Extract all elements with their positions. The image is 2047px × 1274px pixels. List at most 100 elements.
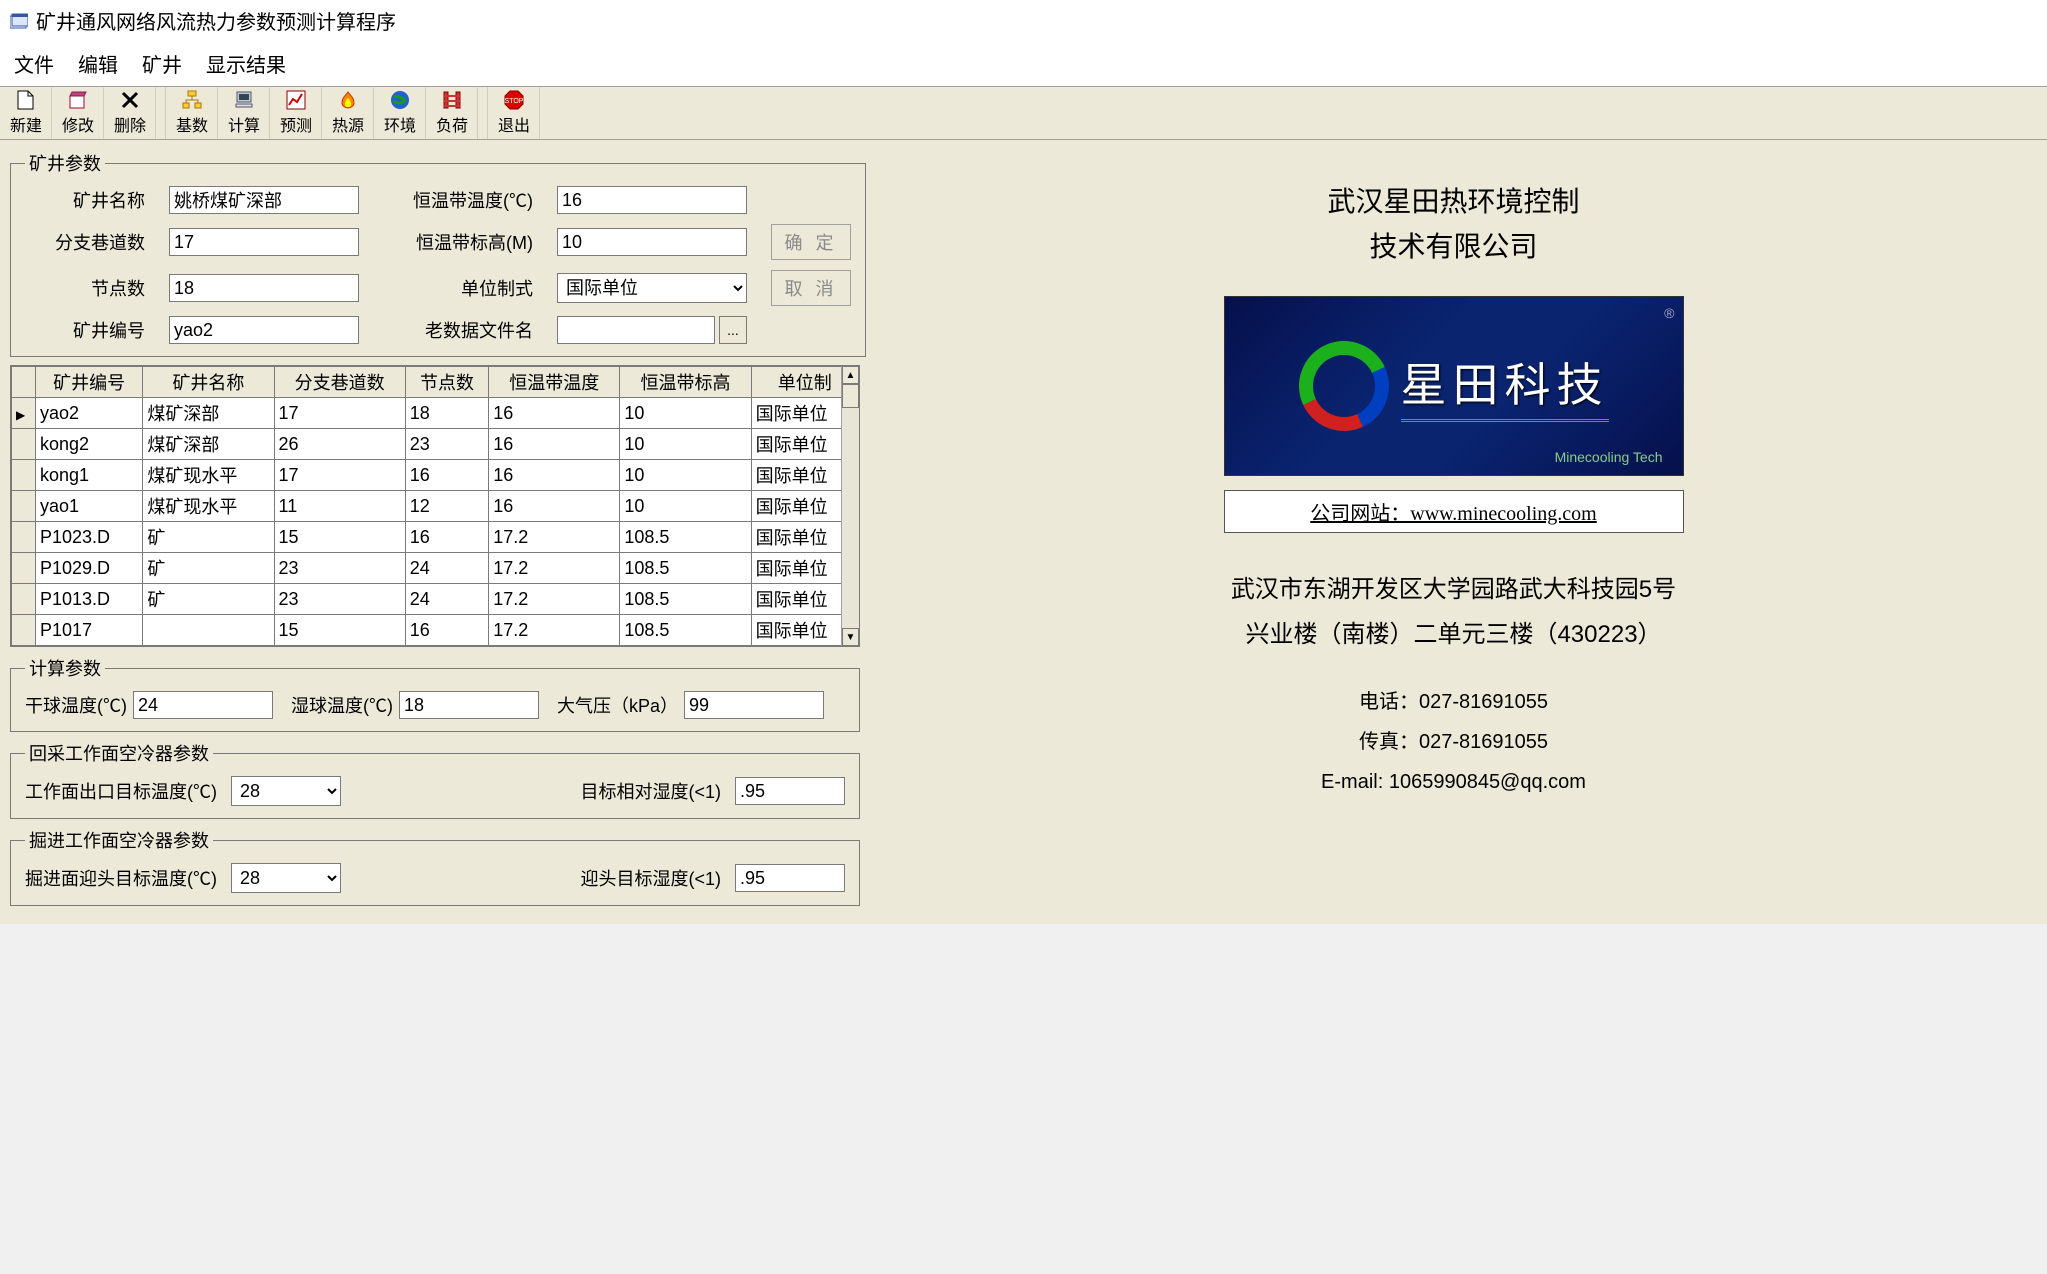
table-cell[interactable]: 16 — [489, 429, 620, 460]
table-cell[interactable]: 16 — [489, 491, 620, 522]
menu-edit[interactable]: 编辑 — [78, 49, 118, 78]
table-row[interactable]: P1013.D矿232417.2108.5国际单位 — [12, 584, 859, 615]
table-cell[interactable]: 24 — [405, 584, 488, 615]
table-cell[interactable]: 108.5 — [620, 584, 751, 615]
table-cell[interactable]: 16 — [405, 460, 488, 491]
table-cell[interactable]: 18 — [405, 398, 488, 429]
table-cell[interactable]: 10 — [620, 491, 751, 522]
website-link[interactable]: 公司网站：www.minecooling.com — [1224, 490, 1684, 533]
table-cell[interactable]: 17.2 — [489, 553, 620, 584]
row-header[interactable] — [12, 522, 36, 553]
table-cell[interactable]: 16 — [405, 615, 488, 646]
table-cell[interactable]: yao2 — [36, 398, 143, 429]
input-mine-code[interactable] — [169, 316, 359, 344]
table-row[interactable]: P1023.D矿151617.2108.5国际单位 — [12, 522, 859, 553]
table-column-header[interactable]: 恒温带标高 — [620, 367, 751, 398]
mine-table[interactable]: 矿井编号矿井名称分支巷道数节点数恒温带温度恒温带标高单位制 yao2煤矿深部17… — [10, 365, 860, 647]
table-cell[interactable]: 15 — [274, 522, 405, 553]
table-column-header[interactable]: 矿井编号 — [36, 367, 143, 398]
table-row[interactable]: kong1煤矿现水平17161610国际单位 — [12, 460, 859, 491]
input-pressure[interactable] — [684, 691, 824, 719]
table-cell[interactable]: 23 — [274, 584, 405, 615]
table-cell[interactable] — [143, 615, 274, 646]
toolbar-new[interactable]: 新建 — [0, 87, 52, 139]
browse-button[interactable]: ... — [719, 316, 747, 344]
toolbar-base[interactable]: 基数 — [166, 87, 218, 139]
table-cell[interactable]: 煤矿深部 — [143, 429, 274, 460]
table-cell[interactable]: 17 — [274, 460, 405, 491]
select-units[interactable]: 国际单位 — [557, 273, 747, 303]
row-header[interactable] — [12, 584, 36, 615]
table-cell[interactable]: 17.2 — [489, 522, 620, 553]
table-cell[interactable]: 16 — [489, 398, 620, 429]
table-cell[interactable]: 煤矿现水平 — [143, 491, 274, 522]
table-column-header[interactable]: 分支巷道数 — [274, 367, 405, 398]
table-cell[interactable]: 23 — [274, 553, 405, 584]
table-cell[interactable]: 17 — [274, 398, 405, 429]
cancel-button[interactable]: 取 消 — [771, 270, 851, 306]
table-cell[interactable]: 24 — [405, 553, 488, 584]
table-cell[interactable]: 矿 — [143, 553, 274, 584]
table-cell[interactable]: 煤矿现水平 — [143, 460, 274, 491]
table-cell[interactable]: 12 — [405, 491, 488, 522]
table-cell[interactable]: kong2 — [36, 429, 143, 460]
table-column-header[interactable]: 恒温带温度 — [489, 367, 620, 398]
row-header[interactable] — [12, 429, 36, 460]
menu-file[interactable]: 文件 — [14, 49, 54, 78]
table-column-header[interactable]: 矿井名称 — [143, 367, 274, 398]
toolbar-delete[interactable]: 删除 — [104, 87, 156, 139]
ok-button[interactable]: 确 定 — [771, 224, 851, 260]
table-cell[interactable]: 11 — [274, 491, 405, 522]
table-cell[interactable]: 108.5 — [620, 615, 751, 646]
toolbar-calc[interactable]: 计算 — [218, 87, 270, 139]
table-row[interactable]: yao1煤矿现水平11121610国际单位 — [12, 491, 859, 522]
input-dry-bulb[interactable] — [133, 691, 273, 719]
table-cell[interactable]: 16 — [405, 522, 488, 553]
toolbar-env[interactable]: 环境 — [374, 87, 426, 139]
table-cell[interactable]: 10 — [620, 460, 751, 491]
row-header[interactable] — [12, 615, 36, 646]
table-cell[interactable]: kong1 — [36, 460, 143, 491]
select-return-temp[interactable]: 28 — [231, 776, 341, 806]
input-const-elev[interactable] — [557, 228, 747, 256]
table-cell[interactable]: P1023.D — [36, 522, 143, 553]
input-branches[interactable] — [169, 228, 359, 256]
table-row[interactable]: P1017151617.2108.5国际单位 — [12, 615, 859, 646]
row-header[interactable] — [12, 491, 36, 522]
table-scrollbar[interactable]: ▲ ▼ — [841, 366, 859, 646]
input-advance-hum[interactable] — [735, 864, 845, 892]
table-cell[interactable]: yao1 — [36, 491, 143, 522]
input-const-temp[interactable] — [557, 186, 747, 214]
toolbar-predict[interactable]: 预测 — [270, 87, 322, 139]
input-old-data[interactable] — [557, 316, 715, 344]
toolbar-heat[interactable]: 热源 — [322, 87, 374, 139]
scroll-thumb[interactable] — [842, 384, 859, 408]
table-cell[interactable]: 16 — [489, 460, 620, 491]
input-wet-bulb[interactable] — [399, 691, 539, 719]
scroll-down-icon[interactable]: ▼ — [842, 628, 859, 646]
table-row[interactable]: P1029.D矿232417.2108.5国际单位 — [12, 553, 859, 584]
scroll-up-icon[interactable]: ▲ — [842, 366, 859, 384]
table-cell[interactable]: P1013.D — [36, 584, 143, 615]
input-return-hum[interactable] — [735, 777, 845, 805]
table-row[interactable]: kong2煤矿深部26231610国际单位 — [12, 429, 859, 460]
table-cell[interactable]: 17.2 — [489, 615, 620, 646]
table-column-header[interactable]: 节点数 — [405, 367, 488, 398]
toolbar-modify[interactable]: 修改 — [52, 87, 104, 139]
table-cell[interactable]: P1017 — [36, 615, 143, 646]
menu-show-results[interactable]: 显示结果 — [206, 49, 286, 78]
menu-mine[interactable]: 矿井 — [142, 49, 182, 78]
input-nodes[interactable] — [169, 274, 359, 302]
row-header[interactable] — [12, 398, 36, 429]
row-header[interactable] — [12, 460, 36, 491]
table-cell[interactable]: 10 — [620, 398, 751, 429]
table-cell[interactable]: 煤矿深部 — [143, 398, 274, 429]
table-cell[interactable]: 108.5 — [620, 553, 751, 584]
toolbar-exit[interactable]: STOP退出 — [488, 87, 540, 139]
table-cell[interactable]: P1029.D — [36, 553, 143, 584]
input-mine-name[interactable] — [169, 186, 359, 214]
table-cell[interactable]: 23 — [405, 429, 488, 460]
table-cell[interactable]: 26 — [274, 429, 405, 460]
table-cell[interactable]: 108.5 — [620, 522, 751, 553]
table-cell[interactable]: 15 — [274, 615, 405, 646]
